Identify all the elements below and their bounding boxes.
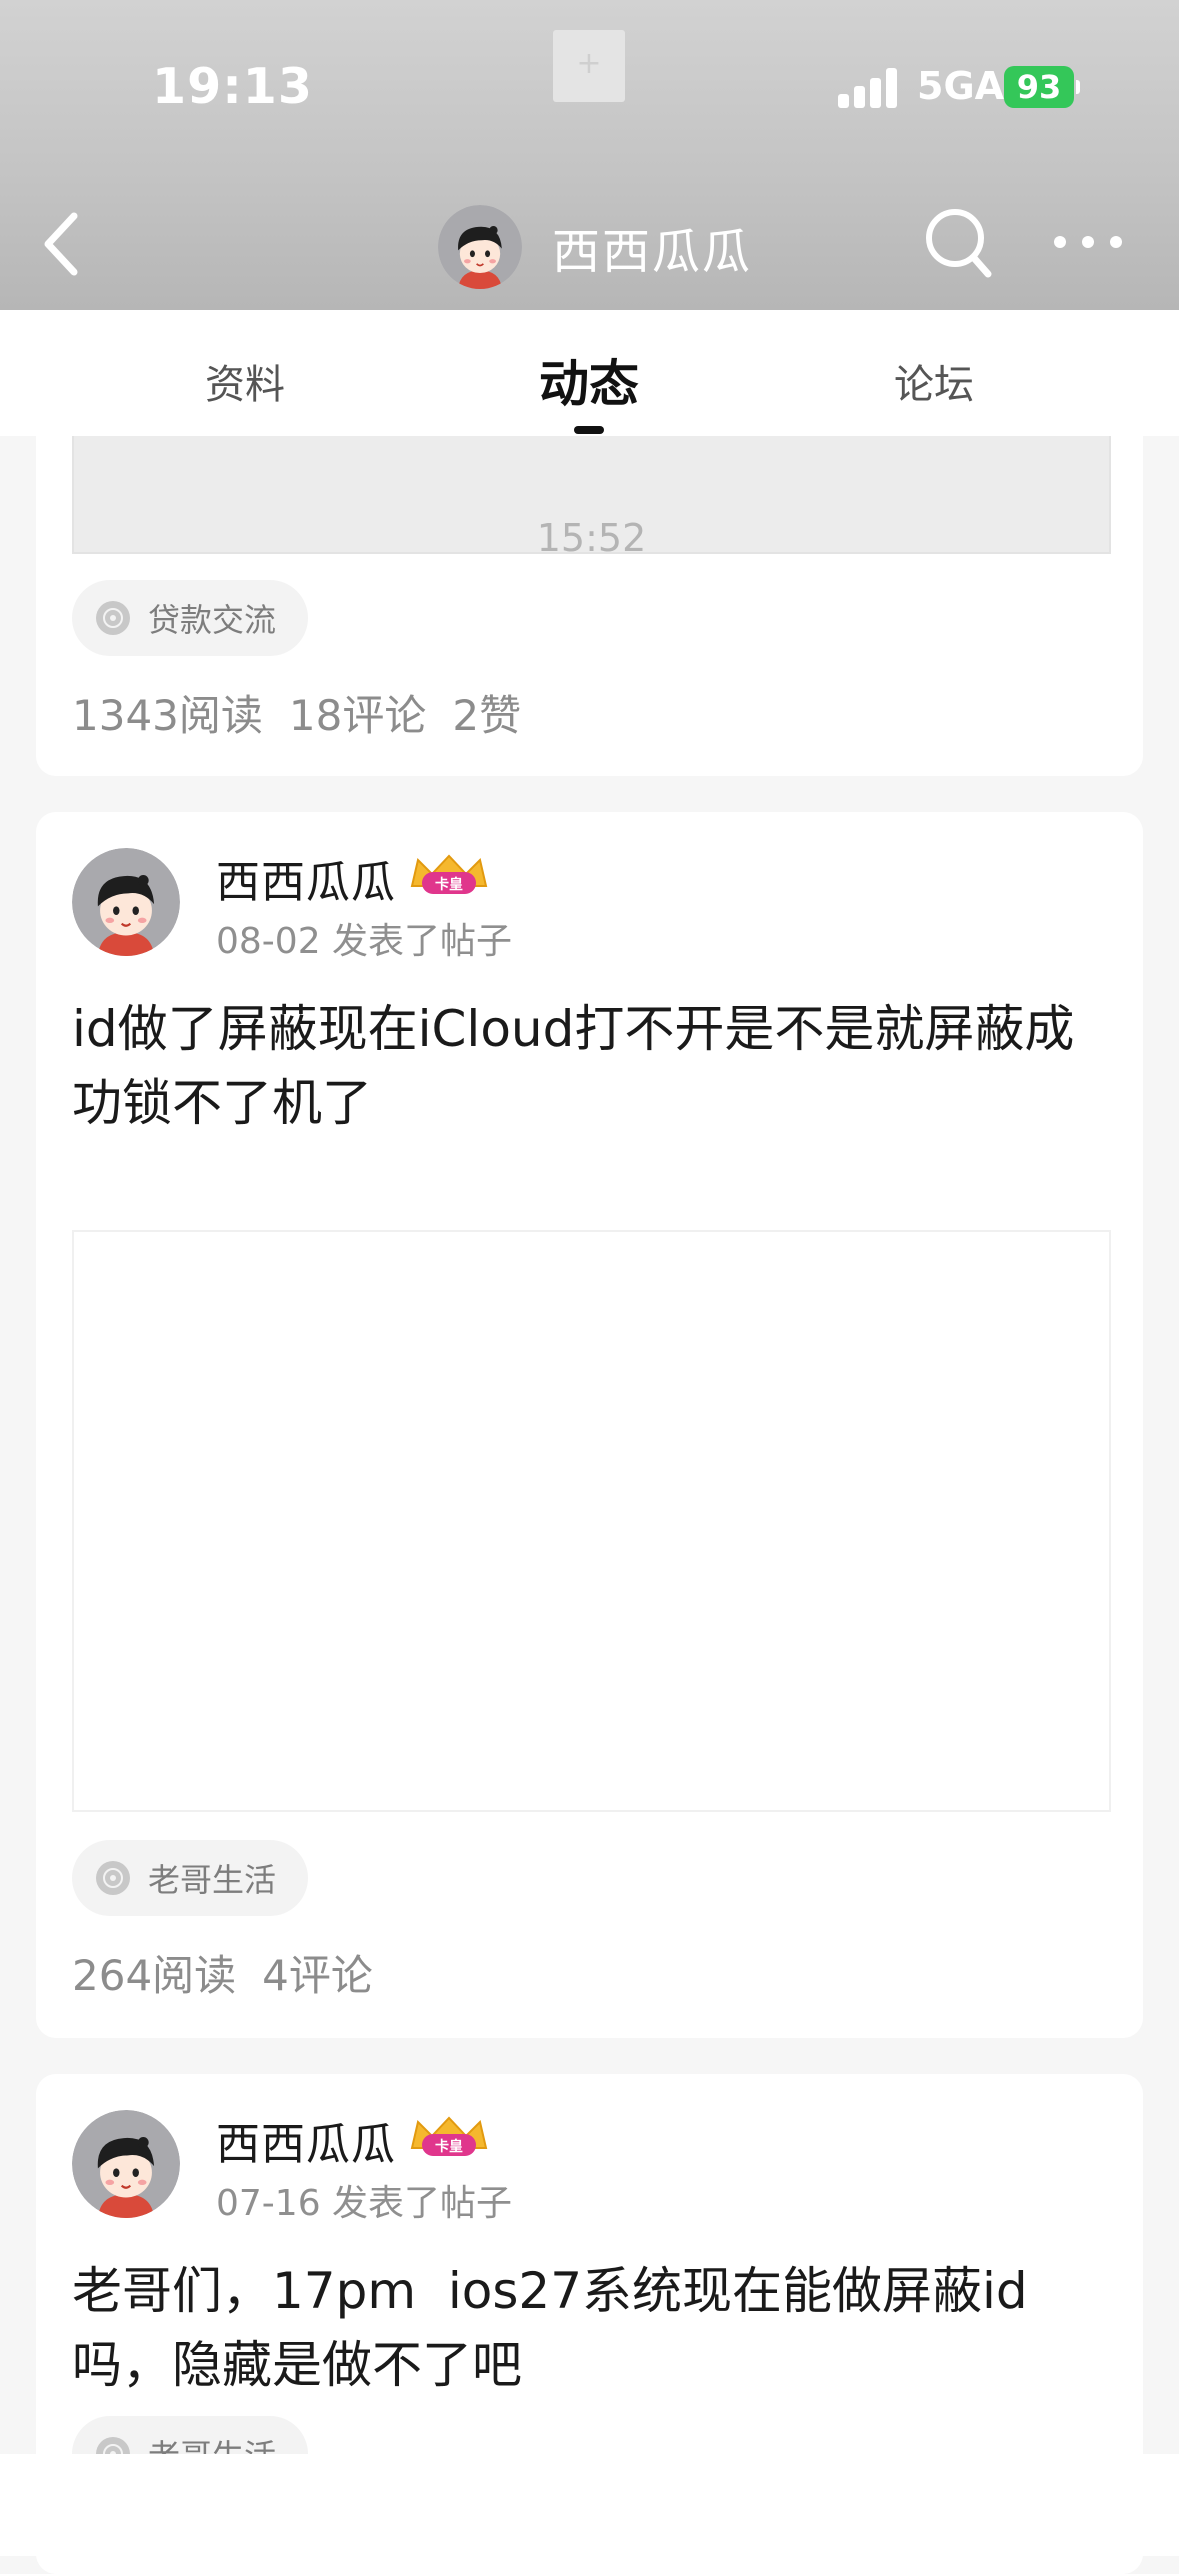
forum-tag[interactable]: 贷款交流 <box>72 580 309 656</box>
author-avatar[interactable] <box>72 848 180 956</box>
read-count: 264阅读 <box>72 1951 237 2000</box>
network-type: 5GA <box>917 64 1005 108</box>
back-button[interactable] <box>36 206 86 282</box>
forum-icon <box>96 601 130 635</box>
comment-count[interactable]: 4评论 <box>262 1951 373 2000</box>
battery-level: 93 <box>1016 68 1062 106</box>
battery-indicator: 93 <box>1004 66 1080 108</box>
comment-count[interactable]: 18评论 <box>289 691 426 740</box>
post-card[interactable]: 15:52 贷款交流 1343阅读 18评论 2赞 <box>36 436 1143 776</box>
avatar-icon <box>72 848 180 956</box>
header-title: 西西瓜瓜 <box>552 224 753 280</box>
post-image[interactable]: 15:52 <box>72 436 1111 554</box>
post-stats: 264阅读 4评论 <box>72 1942 399 2003</box>
active-tab-indicator <box>574 426 604 434</box>
author-name[interactable]: 西西瓜瓜 <box>216 2108 396 2172</box>
badge-label: 卡皇 <box>435 876 463 893</box>
post-card[interactable]: 西西瓜瓜 卡皇 08-02 发表了帖子 id做了屏蔽现在iCloud打不开是不是… <box>36 812 1143 2038</box>
status-time: 19:13 <box>152 58 313 115</box>
badge-label: 卡皇 <box>435 2138 463 2155</box>
image-caption: 15:52 <box>536 516 647 554</box>
bottom-safe-area <box>0 2454 1179 2556</box>
profile-tabs: 资料 动态 论坛 <box>0 310 1179 436</box>
crown-badge-icon: 卡皇 <box>410 2116 488 2156</box>
more-dots-icon <box>1110 236 1122 248</box>
search-button[interactable] <box>922 204 994 280</box>
more-dots-icon <box>1054 236 1066 248</box>
author-avatar[interactable] <box>72 2110 180 2218</box>
post-image[interactable] <box>72 1230 1111 1812</box>
forum-icon <box>96 1861 130 1895</box>
tab-profile[interactable]: 资料 <box>205 352 285 410</box>
more-button[interactable] <box>1050 222 1126 262</box>
forum-tag[interactable]: 老哥生活 <box>72 1840 309 1916</box>
avatar-icon <box>72 2110 180 2218</box>
header-avatar[interactable] <box>438 205 522 289</box>
tab-forum[interactable]: 论坛 <box>894 352 974 410</box>
avatar-icon <box>438 205 522 289</box>
more-dots-icon <box>1082 236 1094 248</box>
post-text[interactable]: id做了屏蔽现在iCloud打不开是不是就屏蔽成功锁不了机了 <box>72 992 1112 1140</box>
camera-indicator <box>553 30 625 102</box>
signal-icon <box>838 68 898 108</box>
post-text[interactable]: 老哥们，17pm ios27系统现在能做屏蔽id吗，隐藏是做不了吧 <box>72 2254 1112 2402</box>
author-name[interactable]: 西西瓜瓜 <box>216 846 396 910</box>
read-count: 1343阅读 <box>72 691 263 740</box>
post-meta: 08-02 发表了帖子 <box>216 921 513 962</box>
search-icon <box>926 209 992 278</box>
forum-tag-label: 贷款交流 <box>148 601 277 639</box>
crown-badge-icon: 卡皇 <box>410 854 488 894</box>
tab-activity[interactable]: 动态 <box>539 344 639 416</box>
like-count[interactable]: 2赞 <box>452 691 521 740</box>
top-header: 19:13 5GA 93 西西瓜瓜 <box>0 0 1179 310</box>
post-meta: 07-16 发表了帖子 <box>216 2183 513 2224</box>
chevron-left-icon <box>44 212 78 276</box>
forum-tag-label: 老哥生活 <box>148 1861 277 1899</box>
post-stats: 1343阅读 18评论 2赞 <box>72 682 547 743</box>
